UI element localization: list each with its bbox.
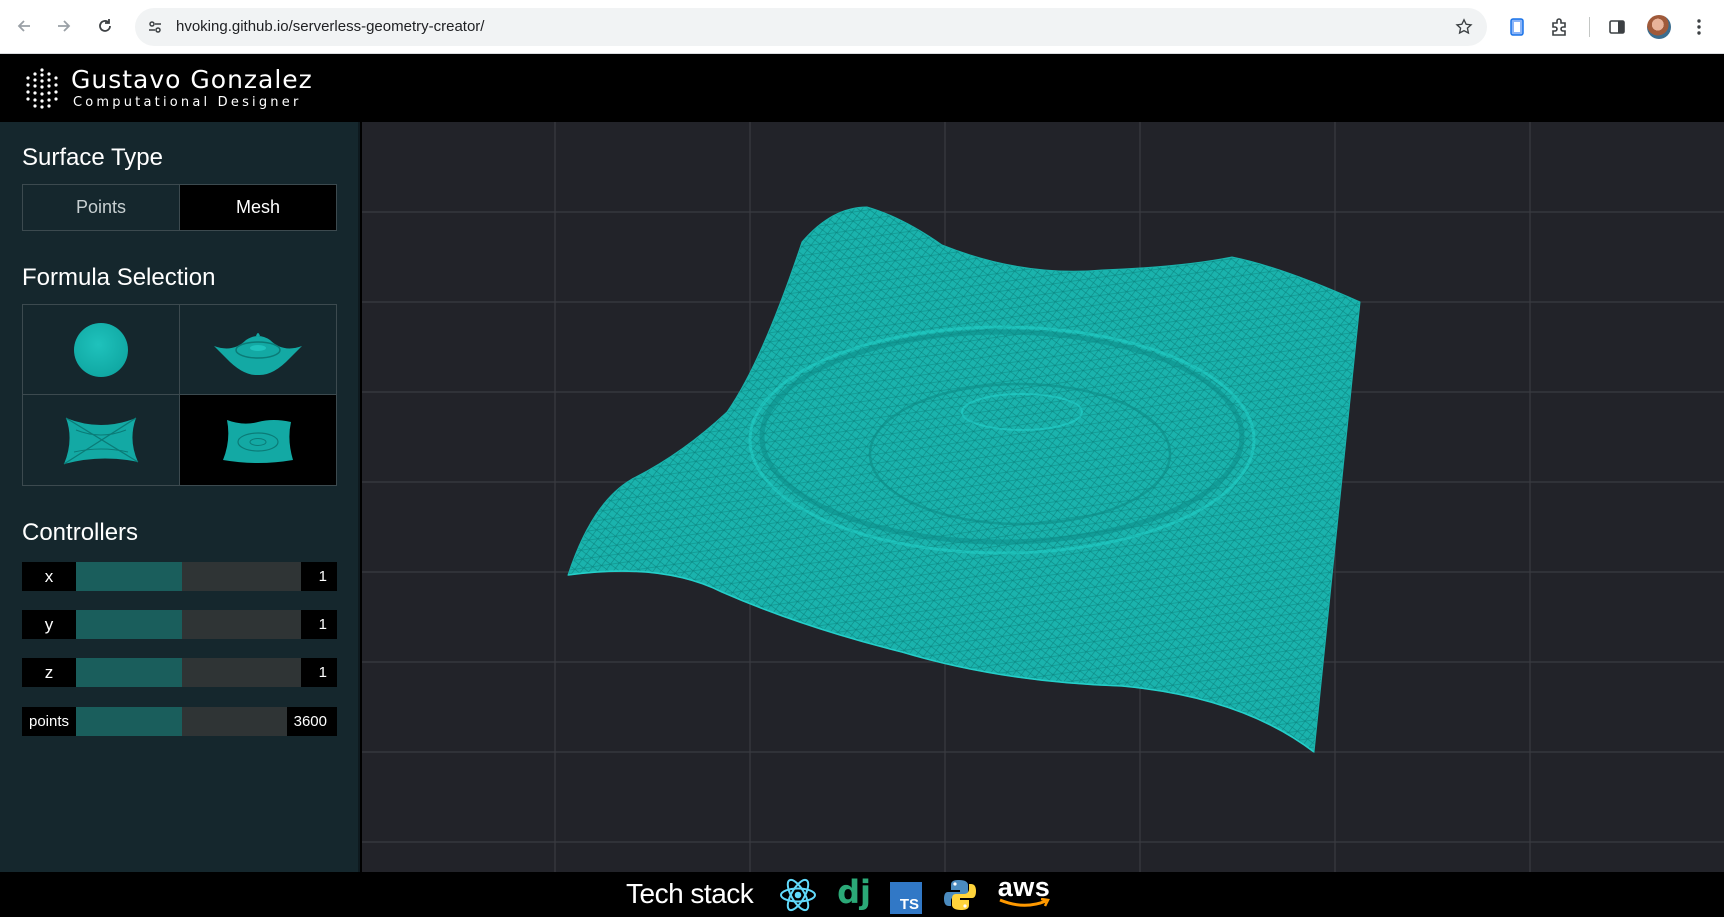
controllers-title: Controllers xyxy=(22,519,139,546)
slider-fill xyxy=(76,562,182,591)
controller-points: points 3600 xyxy=(22,707,337,736)
sphere-icon xyxy=(73,322,128,377)
mesh-canvas[interactable] xyxy=(362,122,1724,872)
slider-fill xyxy=(76,658,182,687)
controller-label: y xyxy=(22,610,76,639)
extension-icon[interactable] xyxy=(1503,13,1531,41)
aws-text: aws xyxy=(997,871,1051,902)
footer: Tech stack dj TS aws xyxy=(0,872,1724,917)
saddle-icon xyxy=(63,417,139,465)
ripple-icon xyxy=(213,332,302,375)
star-icon[interactable] xyxy=(1453,16,1475,38)
controller-label: points xyxy=(22,707,76,736)
browser-toolbar: hvoking.github.io/serverless-geometry-cr… xyxy=(0,0,1724,54)
typescript-icon: TS xyxy=(889,872,923,917)
address-bar[interactable]: hvoking.github.io/serverless-geometry-cr… xyxy=(135,8,1487,46)
toolbar-divider xyxy=(1589,17,1590,37)
reload-icon[interactable] xyxy=(91,12,119,40)
controller-value[interactable]: 1 xyxy=(301,658,337,687)
controller-slider[interactable] xyxy=(76,610,301,639)
side-panel-icon[interactable] xyxy=(1603,13,1631,41)
menu-icon[interactable] xyxy=(1685,13,1713,41)
sidebar: Surface Type Points Mesh Formula Selecti… xyxy=(0,122,360,872)
profile-avatar[interactable] xyxy=(1647,15,1671,39)
url-text[interactable]: hvoking.github.io/serverless-geometry-cr… xyxy=(176,18,484,35)
python-icon xyxy=(941,872,979,917)
site-settings-icon[interactable] xyxy=(145,17,165,37)
back-icon[interactable] xyxy=(10,12,38,40)
tech-stack-label: Tech stack xyxy=(626,878,754,909)
surface-option-mesh[interactable]: Mesh xyxy=(180,185,336,230)
formula-saddle[interactable] xyxy=(23,395,180,485)
controller-slider[interactable] xyxy=(76,707,287,736)
controller-value[interactable]: 3600 xyxy=(287,707,337,736)
controller-x: x 1 xyxy=(22,562,337,591)
forward-icon[interactable] xyxy=(50,12,78,40)
controller-slider[interactable] xyxy=(76,658,301,687)
surface-type-toggle: Points Mesh xyxy=(22,184,337,231)
controller-label: z xyxy=(22,658,76,687)
app-header: Gustavo Gonzalez Computational Designer xyxy=(0,54,1724,122)
formula-grid xyxy=(22,304,337,486)
logo-icon xyxy=(26,68,58,109)
mesh-surface xyxy=(567,206,1361,753)
3d-viewport[interactable] xyxy=(362,122,1724,872)
aws-icon: aws xyxy=(996,872,1052,917)
controller-value[interactable]: 1 xyxy=(301,562,337,591)
react-icon xyxy=(778,872,818,917)
django-text: dj xyxy=(837,872,871,911)
formula-ripple[interactable] xyxy=(179,305,336,395)
django-icon: dj xyxy=(836,872,872,917)
typescript-text: TS xyxy=(899,895,919,913)
formula-wave[interactable] xyxy=(179,395,336,485)
surface-type-title: Surface Type xyxy=(22,144,163,171)
controller-slider[interactable] xyxy=(76,562,301,591)
slider-fill xyxy=(76,707,182,736)
formula-sphere[interactable] xyxy=(23,305,180,395)
surface-option-points[interactable]: Points xyxy=(23,185,180,230)
brand-subtitle: Computational Designer xyxy=(73,95,302,110)
controller-value[interactable]: 1 xyxy=(301,610,337,639)
controller-z: z 1 xyxy=(22,658,337,687)
controller-y: y 1 xyxy=(22,610,337,639)
formula-selection-title: Formula Selection xyxy=(22,264,216,291)
controller-label: x xyxy=(22,562,76,591)
brand-name: Gustavo Gonzalez xyxy=(71,65,313,94)
puzzle-icon[interactable] xyxy=(1545,13,1573,41)
slider-fill xyxy=(76,610,182,639)
wave-icon xyxy=(222,420,293,463)
